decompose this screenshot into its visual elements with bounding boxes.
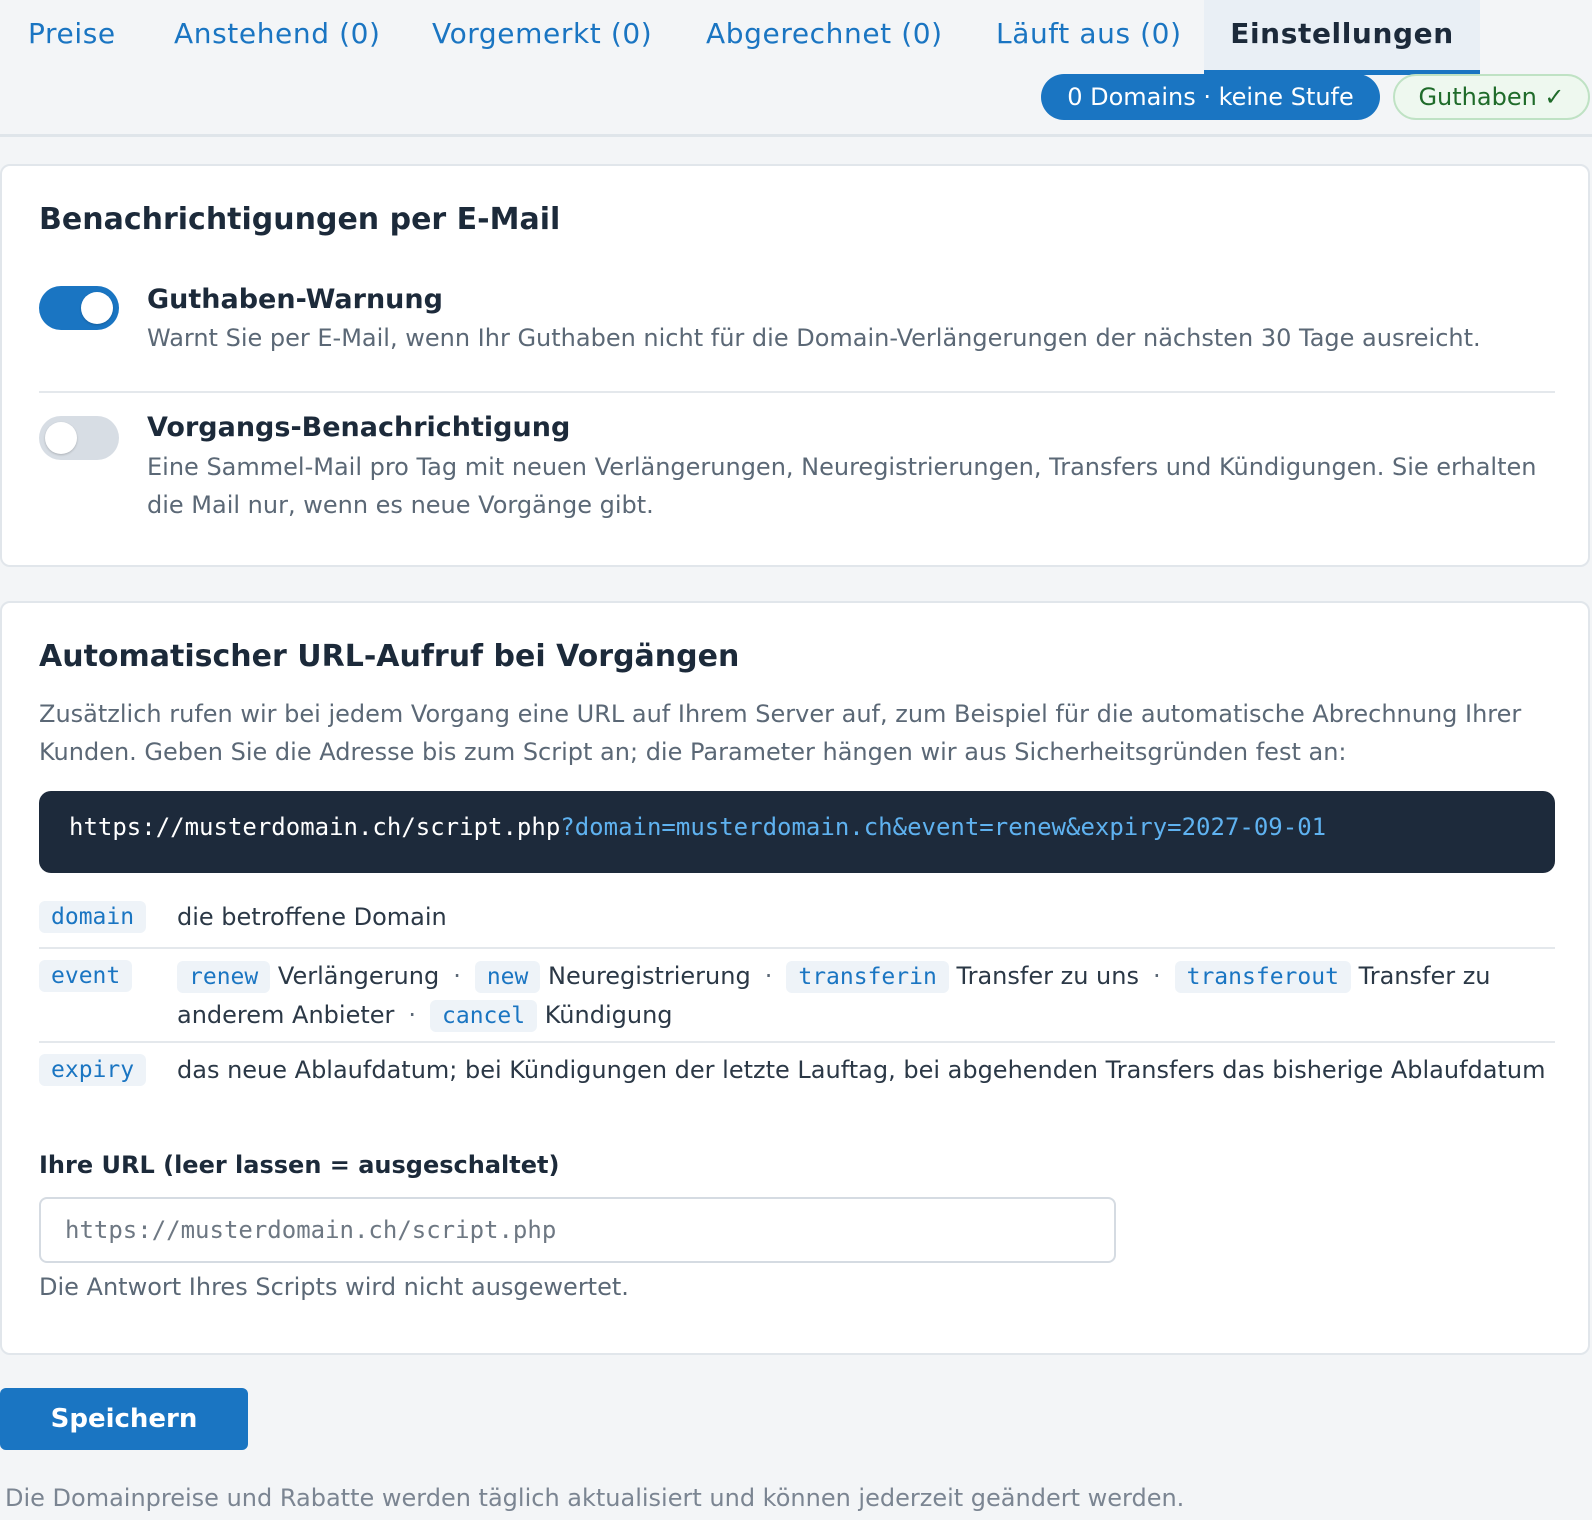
event-label-transferin: Transfer zu uns: [956, 962, 1139, 990]
divider: [39, 1041, 1555, 1043]
credit-warning-title: Guthaben-Warnung: [147, 284, 443, 315]
webhook-heading: Automatischer URL-Aufruf bei Vorgängen: [39, 639, 740, 674]
divider: [39, 391, 1555, 393]
email-notifications-heading: Benachrichtigungen per E-Mail: [39, 202, 561, 237]
tab-anstehend[interactable]: Anstehend (0): [174, 0, 381, 70]
example-url: https://musterdomain.ch/script.php?domai…: [69, 813, 1326, 841]
tab-bar: Preise Anstehend (0) Vorgemerkt (0) Abge…: [0, 0, 1592, 137]
webhook-card: Automatischer URL-Aufruf bei Vorgängen Z…: [0, 601, 1590, 1355]
webhook-url-input[interactable]: [39, 1197, 1116, 1263]
credit-warning-description: Warnt Sie per E-Mail, wenn Ihr Guthaben …: [147, 324, 1481, 352]
tab-preise[interactable]: Preise: [28, 0, 116, 70]
param-desc-expiry: das neue Ablaufdatum; bei Kündigungen de…: [177, 1056, 1546, 1084]
save-button[interactable]: Speichern: [0, 1388, 248, 1450]
example-url-params: ?domain=musterdomain.ch&event=renew&expi…: [560, 813, 1327, 841]
tab-laeuft-aus[interactable]: Läuft aus (0): [996, 0, 1182, 70]
credit-status-badge[interactable]: Guthaben ✓: [1393, 74, 1590, 120]
event-code-renew: renew: [177, 961, 271, 993]
event-code-cancel: cancel: [430, 1000, 538, 1032]
process-notification-toggle[interactable]: [39, 416, 119, 460]
event-label-renew: Verlängerung: [277, 962, 440, 990]
event-code-transferin: transferin: [786, 961, 949, 993]
email-notifications-card: Benachrichtigungen per E-Mail Guthaben-W…: [0, 164, 1590, 567]
url-field-label: Ihre URL (leer lassen = ausgeschaltet): [39, 1151, 560, 1179]
event-code-new: new: [474, 961, 541, 993]
credit-warning-toggle[interactable]: [39, 286, 119, 330]
param-code-expiry: expiry: [39, 1054, 147, 1086]
example-url-code-block: https://musterdomain.ch/script.php?domai…: [39, 791, 1555, 873]
webhook-intro: Zusätzlich rufen wir bei jedem Vorgang e…: [39, 700, 1522, 766]
event-label-cancel: Kündigung: [544, 1001, 673, 1029]
tab-einstellungen[interactable]: Einstellungen: [1204, 0, 1480, 75]
domains-tier-badge[interactable]: 0 Domains · keine Stufe: [1041, 74, 1380, 120]
toggle-knob: [45, 422, 77, 454]
event-label-new: Neuregistrierung: [548, 962, 751, 990]
process-notification-title: Vorgangs-Benachrichtigung: [147, 412, 571, 443]
param-desc-event: renew Verlängerung · new Neuregistrierung ·…: [177, 957, 1547, 1035]
process-notification-description: Eine Sammel-Mail pro Tag mit neuen Verlä…: [147, 453, 1537, 519]
url-field-hint: Die Antwort Ihres Scripts wird nicht aus…: [39, 1273, 629, 1301]
footer-note: Die Domainpreise und Rabatte werden tägl…: [5, 1484, 1185, 1512]
param-desc-domain: die betroffene Domain: [177, 903, 447, 931]
param-code-domain: domain: [39, 901, 147, 933]
tab-vorgemerkt[interactable]: Vorgemerkt (0): [432, 0, 652, 70]
tab-abgerechnet[interactable]: Abgerechnet (0): [706, 0, 943, 70]
example-url-base: https://musterdomain.ch/script.php: [69, 813, 561, 841]
event-code-transferout: transferout: [1174, 961, 1351, 993]
toggle-knob: [81, 292, 113, 324]
divider: [39, 947, 1555, 949]
param-code-event: event: [39, 960, 133, 992]
